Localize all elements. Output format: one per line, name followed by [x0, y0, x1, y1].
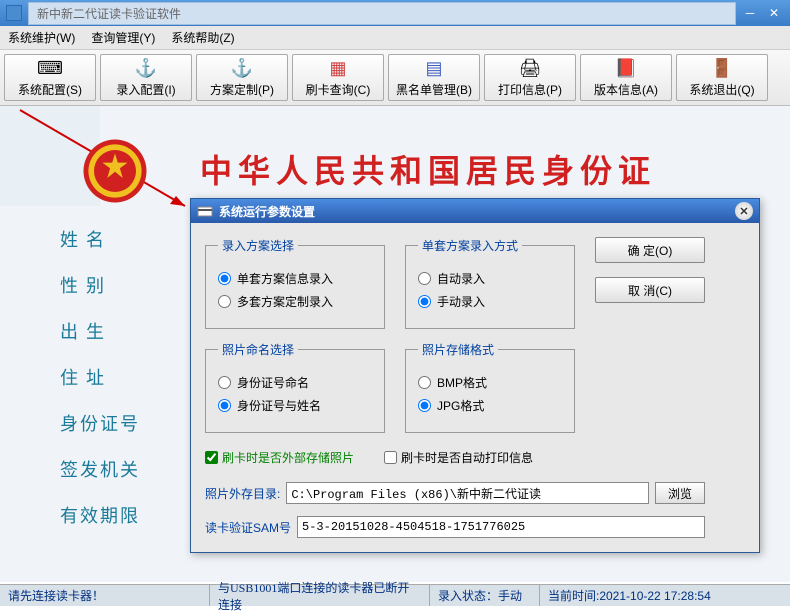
status-connect: 请先连接读卡器！: [0, 585, 210, 606]
label-idno: 身份证号: [60, 410, 140, 436]
card-query-button[interactable]: ▦刷卡查询(C): [292, 54, 384, 101]
group-photo-format: 照片存储格式 BMP格式 JPG格式: [405, 341, 575, 433]
input-config-button[interactable]: ⚓录入配置(I): [100, 54, 192, 101]
toolbar: ⌨系统配置(S) ⚓录入配置(I) ⚓方案定制(P) ▦刷卡查询(C) ▤黑名单…: [0, 50, 790, 106]
dialog-close-button[interactable]: ✕: [735, 202, 753, 220]
label-valid: 有效期限: [60, 502, 140, 528]
close-button[interactable]: ✕: [764, 4, 784, 22]
cancel-button[interactable]: 取 消(C): [595, 277, 705, 303]
radio-multi-scheme[interactable]: 多套方案定制录入: [218, 293, 372, 310]
group-input-mode: 单套方案录入方式 自动录入 手动录入: [405, 237, 575, 329]
radio-name-by-id-name[interactable]: 身份证号与姓名: [218, 397, 372, 414]
status-time: 当前时间:2021-10-22 17:28:54: [540, 585, 790, 606]
radio-jpg[interactable]: JPG格式: [418, 397, 562, 414]
blacklist-button[interactable]: ▤黑名单管理(B): [388, 54, 480, 101]
grid-icon: ▦: [326, 57, 350, 79]
path-input[interactable]: [286, 482, 649, 504]
anchor-icon: ⚓: [134, 57, 158, 79]
id-card-title: 中华人民共和国居民身份证: [200, 146, 656, 192]
exit-button[interactable]: 🚪系统退出(Q): [676, 54, 768, 101]
statusbar: 请先连接读卡器！ 与USB1001端口连接的读卡器已断开连接 录入状态：手动 当…: [0, 584, 790, 606]
browse-button[interactable]: 浏览: [655, 482, 705, 504]
printer-icon: 🖨: [518, 57, 542, 79]
main-content: 中华人民共和国居民身份证 姓名 性别 出生 住址 身份证号 签发机关 有效期限 …: [0, 106, 790, 582]
version-info-button[interactable]: 📕版本信息(A): [580, 54, 672, 101]
sys-config-button[interactable]: ⌨系统配置(S): [4, 54, 96, 101]
window-title: 新中新二代证读卡验证软件: [28, 2, 736, 25]
settings-dialog: 系统运行参数设置 ✕ 录入方案选择 单套方案信息录入 多套方案定制录入 单套方案…: [190, 198, 760, 553]
status-port: 与USB1001端口连接的读卡器已断开连接: [210, 585, 430, 606]
radio-manual-input[interactable]: 手动录入: [418, 293, 562, 310]
status-input-mode: 录入状态：手动: [430, 585, 540, 606]
anchor-icon: ⚓: [230, 57, 254, 79]
dialog-title: 系统运行参数设置: [219, 203, 735, 220]
label-birth: 出生: [60, 318, 140, 344]
menu-help[interactable]: 系统帮助(Z): [171, 29, 234, 46]
card-icon: [197, 203, 213, 219]
radio-auto-input[interactable]: 自动录入: [418, 270, 562, 287]
menu-maintain[interactable]: 系统维护(W): [8, 29, 75, 46]
label-name: 姓名: [60, 226, 140, 252]
minimize-button[interactable]: ─: [740, 4, 760, 22]
ok-button[interactable]: 确 定(O): [595, 237, 705, 263]
menu-query[interactable]: 查询管理(Y): [91, 29, 155, 46]
book-icon: 📕: [614, 57, 638, 79]
check-external-photo[interactable]: 刷卡时是否外部存储照片: [205, 449, 354, 466]
sam-label: 读卡验证SAM号: [205, 519, 291, 536]
door-icon: 🚪: [710, 57, 734, 79]
keyboard-icon: ⌨: [38, 57, 62, 79]
check-auto-print[interactable]: 刷卡时是否自动打印信息: [384, 449, 533, 466]
group-photo-name: 照片命名选择 身份证号命名 身份证号与姓名: [205, 341, 385, 433]
sam-input[interactable]: [297, 516, 705, 538]
label-authority: 签发机关: [60, 456, 140, 482]
label-sex: 性别: [60, 272, 140, 298]
window-titlebar: 新中新二代证读卡验证软件 ─ ✕: [0, 0, 790, 26]
group-scheme-select: 录入方案选择 单套方案信息录入 多套方案定制录入: [205, 237, 385, 329]
radio-bmp[interactable]: BMP格式: [418, 374, 562, 391]
list-icon: ▤: [422, 57, 446, 79]
dialog-titlebar: 系统运行参数设置 ✕: [191, 199, 759, 223]
app-icon: [6, 5, 22, 21]
label-address: 住址: [60, 364, 140, 390]
menubar: 系统维护(W) 查询管理(Y) 系统帮助(Z): [0, 26, 790, 50]
scheme-custom-button[interactable]: ⚓方案定制(P): [196, 54, 288, 101]
path-label: 照片外存目录:: [205, 485, 280, 502]
radio-single-scheme[interactable]: 单套方案信息录入: [218, 270, 372, 287]
radio-name-by-id[interactable]: 身份证号命名: [218, 374, 372, 391]
print-info-button[interactable]: 🖨打印信息(P): [484, 54, 576, 101]
field-labels: 姓名 性别 出生 住址 身份证号 签发机关 有效期限: [60, 226, 140, 528]
national-emblem-icon: [80, 136, 150, 206]
